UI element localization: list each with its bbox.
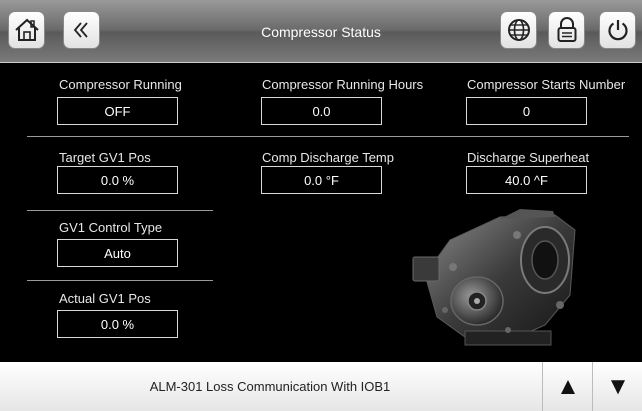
running-hours-label: Compressor Running Hours bbox=[262, 77, 424, 92]
target-gv1-pos-label: Target GV1 Pos bbox=[59, 150, 151, 165]
compressor-running-value: OFF bbox=[57, 97, 178, 125]
page-title: Compressor Status bbox=[261, 24, 381, 40]
triangle-up-icon: ▲ bbox=[556, 372, 580, 400]
power-button[interactable] bbox=[599, 11, 636, 49]
top-bar: Compressor Status bbox=[0, 0, 642, 63]
alarm-bar: ALM-301 Loss Communication With IOB1 ▲ ▼ bbox=[0, 362, 642, 411]
target-gv1-pos-value[interactable]: 0.0 % bbox=[57, 166, 178, 194]
divider bbox=[27, 280, 213, 281]
discharge-superheat-value: 40.0 ^F bbox=[466, 166, 587, 194]
scroll-up-button[interactable]: ▲ bbox=[542, 362, 593, 411]
language-button[interactable] bbox=[500, 11, 537, 49]
discharge-temp-label: Comp Discharge Temp bbox=[262, 150, 394, 165]
scroll-down-button[interactable]: ▼ bbox=[592, 362, 642, 411]
compressor-image bbox=[412, 209, 576, 346]
alarm-message[interactable]: ALM-301 Loss Communication With IOB1 bbox=[0, 379, 540, 394]
divider bbox=[27, 136, 629, 137]
gv1-control-type-value[interactable]: Auto bbox=[57, 239, 178, 267]
starts-number-value: 0 bbox=[466, 97, 587, 125]
compressor-running-label: Compressor Running bbox=[59, 77, 182, 92]
divider bbox=[27, 210, 213, 211]
triangle-down-icon: ▼ bbox=[606, 372, 630, 400]
gv1-control-type-label: GV1 Control Type bbox=[59, 220, 163, 235]
power-icon bbox=[607, 20, 628, 41]
running-hours-value: 0.0 bbox=[261, 97, 382, 125]
discharge-superheat-label: Discharge Superheat bbox=[467, 150, 590, 165]
lock-button[interactable] bbox=[548, 11, 585, 49]
starts-number-label: Compressor Starts Number bbox=[467, 77, 626, 92]
globe-icon bbox=[507, 19, 530, 41]
lock-icon bbox=[557, 17, 576, 42]
actual-gv1-pos-label: Actual GV1 Pos bbox=[59, 291, 151, 306]
discharge-temp-value: 0.0 °F bbox=[261, 166, 382, 194]
actual-gv1-pos-value: 0.0 % bbox=[57, 310, 178, 338]
